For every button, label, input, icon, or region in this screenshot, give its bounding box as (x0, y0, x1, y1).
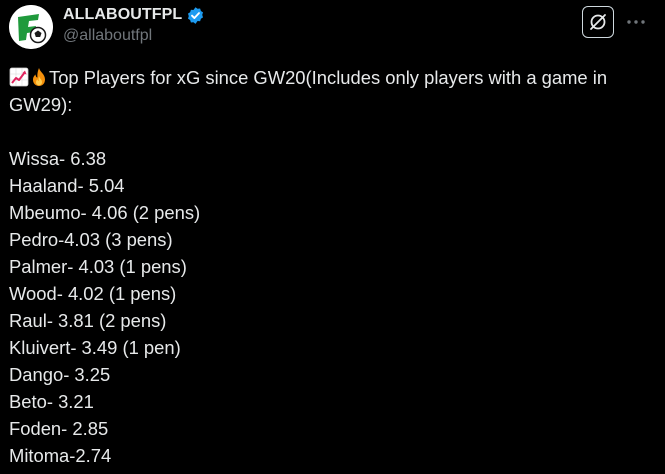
author-display-name[interactable]: ALLABOUTFPL (63, 6, 182, 24)
player-line: Wissa- 6.38 (9, 148, 107, 169)
tweet-headline: Top Players for xG since GW20(Includes o… (9, 64, 659, 118)
player-line: Raul- 3.81 (2 pens) (9, 310, 167, 331)
author-info: ALLABOUTFPL @allaboutfpl (63, 4, 205, 45)
author-handle[interactable]: @allaboutfpl (63, 27, 205, 45)
player-line: Pedro-4.03 (3 pens) (9, 229, 173, 250)
fire-emoji-icon (29, 67, 49, 87)
player-line: Beto- 3.21 (9, 391, 94, 412)
headline-text: Top Players for xG since GW20(Includes o… (9, 67, 608, 115)
author-avatar[interactable] (9, 5, 53, 49)
player-line: Haaland- 5.04 (9, 175, 125, 196)
verified-badge-icon[interactable] (186, 6, 205, 25)
tweet-text: Top Players for xG since GW20(Includes o… (9, 64, 659, 469)
grok-icon (590, 14, 606, 30)
post: ALLABOUTFPL @allaboutfpl Top Players for… (0, 0, 665, 474)
player-line: Palmer- 4.03 (1 pens) (9, 256, 187, 277)
grok-button[interactable] (582, 6, 614, 38)
player-line: Mbeumo- 4.06 (2 pens) (9, 202, 201, 223)
author-name-row: ALLABOUTFPL (63, 4, 205, 26)
player-line: Wood- 4.02 (1 pens) (9, 283, 177, 304)
chart-increasing-emoji-icon (9, 67, 29, 87)
player-line: Kluivert- 3.49 (1 pen) (9, 337, 181, 358)
football-logo-icon (9, 5, 53, 49)
more-options-icon (627, 20, 645, 24)
more-options-button[interactable] (624, 10, 648, 34)
player-line: Mitoma-2.74 (9, 445, 112, 466)
player-line: Foden- 2.85 (9, 418, 109, 439)
player-line: Dango- 3.25 (9, 364, 111, 385)
